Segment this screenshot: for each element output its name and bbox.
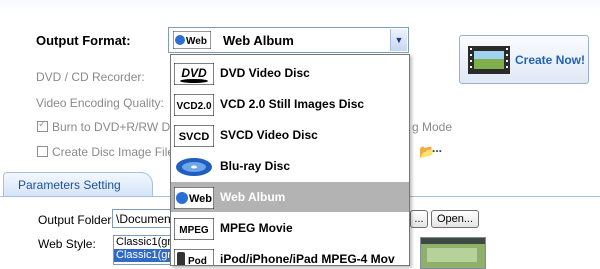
vcd-icon: VCD2.0: [174, 94, 214, 116]
svg-text:Web: Web: [186, 36, 207, 47]
create-now-label: Create Now!: [515, 53, 586, 67]
dropdown-item-label: SVCD Video Disc: [220, 128, 318, 142]
svg-text:Web: Web: [189, 193, 212, 205]
dropdown-item-web-album[interactable]: Web Web Album: [171, 182, 409, 212]
output-folder-label: Output Folder:: [38, 213, 115, 227]
dropdown-item-label: VCD 2.0 Still Images Disc: [220, 97, 365, 111]
web-style-list[interactable]: Classic1(gr Classic1(gr: [113, 235, 173, 265]
output-format-value: Web Album: [223, 33, 294, 48]
tab-label: Parameters Setting: [18, 178, 121, 192]
mpeg-icon: MPEG: [174, 218, 214, 240]
disc-image-checkbox[interactable]: [37, 146, 48, 157]
dropdown-item-label: DVD Video Disc: [220, 66, 310, 80]
burn-mode-label: g Mode: [412, 120, 453, 134]
web-format-icon: Web: [173, 31, 211, 49]
output-format-label: Output Format:: [36, 33, 131, 48]
list-item[interactable]: Classic1(gr: [114, 249, 172, 262]
burn-checkbox[interactable]: [37, 119, 48, 132]
disc-image-label: Create Disc Image File:: [52, 145, 178, 159]
output-format-combobox[interactable]: Web Web Album ▼: [168, 27, 409, 53]
style-preview-image: [420, 237, 486, 269]
svg-text:SVCD: SVCD: [179, 131, 210, 143]
svg-text:VCD2.0: VCD2.0: [176, 101, 211, 112]
dropdown-item-ipod[interactable]: Pod iPod/iPhone/iPad MPEG-4 Mov: [171, 244, 409, 266]
web-style-label: Web Style:: [38, 237, 96, 251]
dropdown-item-vcd[interactable]: VCD2.0 VCD 2.0 Still Images Disc: [171, 89, 409, 119]
video-quality-label: Video Encoding Quality:: [36, 96, 164, 110]
create-now-button[interactable]: Create Now!: [459, 35, 589, 84]
svg-text:DVD: DVD: [181, 66, 207, 80]
dropdown-item-label: MPEG Movie: [220, 221, 293, 235]
film-strip-icon: [468, 46, 510, 74]
ipod-icon: Pod: [174, 249, 214, 266]
svg-text:Pod: Pod: [188, 256, 207, 266]
output-format-dropdown: DVD DVD Video Disc VCD2.0 VCD 2.0 Still …: [170, 54, 410, 266]
dvd-recorder-label: DVD / CD Recorder:: [36, 70, 145, 84]
dropdown-item-bluray[interactable]: Blu-ray Disc: [171, 151, 409, 181]
svcd-icon: SVCD: [174, 125, 214, 147]
browse-dots-button[interactable]: ...: [432, 141, 442, 155]
dropdown-item-svcd[interactable]: SVCD SVCD Video Disc: [171, 120, 409, 150]
burn-label: Burn to DVD+R/RW DVD: [52, 120, 187, 134]
browse-folder-button[interactable]: ...: [410, 210, 428, 228]
dropdown-item-dvd[interactable]: DVD DVD Video Disc: [171, 58, 409, 88]
dvd-icon: DVD: [174, 63, 214, 85]
dropdown-item-label: Blu-ray Disc: [220, 159, 291, 173]
open-button[interactable]: Open...: [431, 210, 479, 228]
web-icon: Web: [174, 187, 214, 209]
tab-parameters-setting[interactable]: Parameters Setting: [3, 172, 153, 196]
chevron-down-icon[interactable]: ▼: [390, 29, 407, 51]
dropdown-item-mpeg[interactable]: MPEG MPEG Movie: [171, 213, 409, 243]
top-strip: [0, 0, 600, 14]
blu-ray-icon: [176, 158, 212, 176]
list-item[interactable]: Classic1(gr: [114, 236, 172, 249]
dropdown-item-label: Web Album: [220, 190, 286, 204]
svg-text:MPEG: MPEG: [179, 225, 209, 236]
dropdown-item-label: iPod/iPhone/iPad MPEG-4 Mov: [220, 252, 395, 266]
